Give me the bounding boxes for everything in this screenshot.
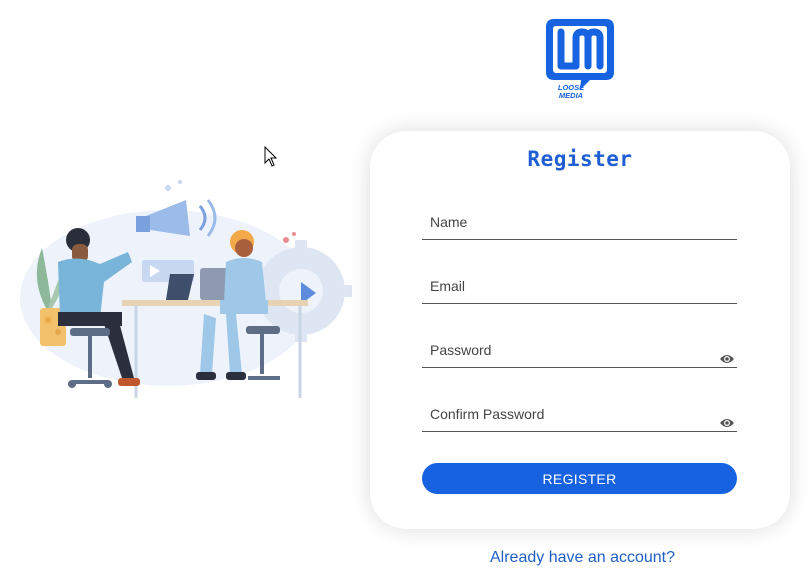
confirm-password-field (422, 397, 737, 432)
loose-media-logo: LOOSE MEDIA (546, 19, 614, 100)
password-field (422, 333, 737, 368)
eye-icon[interactable] (719, 417, 735, 429)
password-input[interactable] (422, 333, 737, 367)
office-meeting-illustration (20, 180, 352, 398)
login-link[interactable]: Already have an account? (490, 549, 675, 567)
email-input[interactable] (422, 269, 737, 303)
register-title: Register (527, 147, 633, 171)
name-input[interactable] (422, 205, 737, 239)
register-button[interactable]: REGISTER (422, 463, 737, 494)
mouse-cursor-icon (264, 146, 278, 167)
confirm-password-input[interactable] (422, 397, 737, 431)
eye-icon[interactable] (719, 353, 735, 365)
name-field (422, 205, 737, 240)
email-field (422, 269, 737, 304)
register-card: Register REGISTER (370, 131, 790, 529)
logo-text-media: MEDIA (559, 91, 583, 100)
